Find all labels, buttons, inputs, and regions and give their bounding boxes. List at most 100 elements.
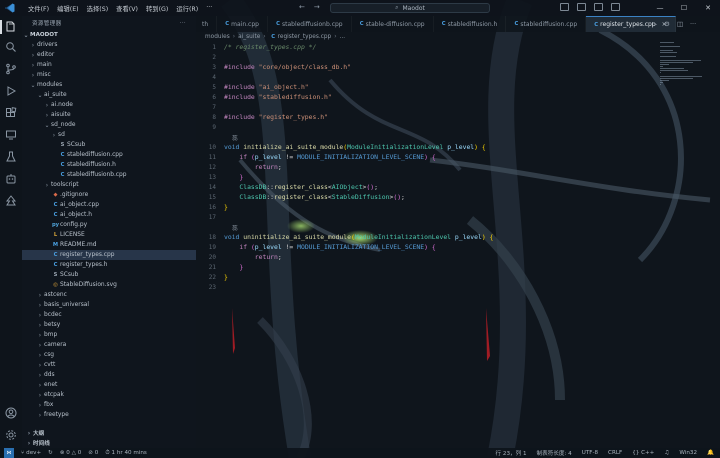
robot-icon[interactable] <box>4 172 18 186</box>
tree-folder[interactable]: › sd <box>22 130 196 140</box>
explorer-icon[interactable] <box>0 20 18 34</box>
tree-file[interactable]: Cstablediffusionb.cpp <box>22 170 196 180</box>
editor-tab[interactable]: Cstable-diffusion.cpp <box>352 16 434 32</box>
tree-folder[interactable]: › editor <box>22 50 196 60</box>
close-window-icon[interactable]: ✕ <box>696 0 720 16</box>
breadcrumb-item[interactable]: modules <box>205 34 230 40</box>
menu-view[interactable]: 查看(V) <box>112 4 142 13</box>
outline-section[interactable]: › 大纲 <box>22 428 196 438</box>
tree-folder[interactable]: › etcpak <box>22 390 196 400</box>
tree-file[interactable]: py config.py <box>22 220 196 230</box>
back-arrow-icon[interactable]: ← <box>299 3 305 11</box>
editor-tab[interactable]: Cstablediffusionb.cpp <box>268 16 352 32</box>
tree-folder[interactable]: ⌄ modules <box>22 80 196 90</box>
testing-icon[interactable] <box>4 150 18 164</box>
tree-file[interactable]: ◆ .gitignore <box>22 190 196 200</box>
indentation[interactable]: 制表符长度: 4 <box>537 449 572 457</box>
sync-icon[interactable]: ↻ <box>48 450 53 456</box>
workspace-root[interactable]: ⌄ MAODOT <box>22 30 196 40</box>
forward-arrow-icon[interactable]: → <box>314 3 320 11</box>
tree-file[interactable]: Cregister_types.h <box>22 260 196 270</box>
tree-folder[interactable]: › dds <box>22 370 196 380</box>
notifications-icon[interactable]: 🔔 <box>707 450 714 456</box>
tree-folder[interactable]: › main <box>22 60 196 70</box>
menu-run[interactable]: 运行(R) <box>172 4 202 13</box>
tree-file[interactable]: S SCsub <box>22 270 196 280</box>
tree-icon[interactable] <box>4 194 18 208</box>
editor-tab[interactable]: Cstablediffusion.cpp <box>506 16 587 32</box>
more-icon[interactable]: ··· <box>690 20 696 28</box>
tree-folder[interactable]: › enet <box>22 380 196 390</box>
tree-file[interactable]: L LICENSE <box>22 230 196 240</box>
tree-folder[interactable]: › drivers <box>22 40 196 50</box>
tree-folder[interactable]: › misc <box>22 70 196 80</box>
code-editor[interactable]: 1/* register_types.cpp */2 3 #include "cor… <box>196 42 656 442</box>
line-ending[interactable]: CRLF <box>608 450 622 456</box>
timeline-section[interactable]: › 时间线 <box>22 438 196 448</box>
language-mode[interactable]: {} C++ <box>632 450 654 456</box>
menu-edit[interactable]: 编辑(E) <box>53 4 83 13</box>
branch-status[interactable]: ⑂ dev+ <box>21 450 41 456</box>
tree-folder[interactable]: › toolscript <box>22 180 196 190</box>
extensions-icon[interactable] <box>4 106 18 120</box>
maximize-icon[interactable]: ☐ <box>672 0 696 16</box>
platform[interactable]: Win32 <box>679 450 697 456</box>
command-center[interactable]: ⌕ Maodot <box>330 3 490 13</box>
tree-folder[interactable]: › aisuite <box>22 110 196 120</box>
toggle-secondary-sidebar-icon[interactable] <box>594 3 603 11</box>
search-icon[interactable] <box>4 40 18 54</box>
account-icon[interactable] <box>4 406 18 420</box>
tree-folder[interactable]: › bcdec <box>22 310 196 320</box>
menu-go[interactable]: 转到(G) <box>142 4 172 13</box>
minimize-icon[interactable]: — <box>648 0 672 16</box>
tree-folder[interactable]: › freetype <box>22 410 196 420</box>
source-control-icon[interactable] <box>4 62 18 76</box>
code-lens[interactable]: 蕊 <box>232 222 238 232</box>
time-tracker[interactable]: ⏱ 1 hr 40 mins <box>105 450 146 457</box>
editor-tab[interactable]: Cmain.cpp <box>217 16 268 32</box>
tree-folder[interactable]: ⌄ sd_node <box>22 120 196 130</box>
tree-folder[interactable]: › camera <box>22 340 196 350</box>
menu-more[interactable]: ··· <box>202 4 216 13</box>
breadcrumb-item[interactable]: ... <box>340 34 346 40</box>
breadcrumb-item[interactable]: ai_suite <box>238 34 260 40</box>
split-editor-icon[interactable]: ◫ <box>677 20 683 28</box>
cursor-position[interactable]: 行 23，列 1 <box>496 449 527 457</box>
tree-file[interactable]: Cstablediffusion.h <box>22 160 196 170</box>
tree-file[interactable]: ◎ StableDiffusion.svg <box>22 280 196 290</box>
minimap[interactable] <box>660 42 710 85</box>
gear-icon[interactable]: ⚙ <box>664 20 670 28</box>
tree-file[interactable]: S SCsub <box>22 140 196 150</box>
remote-indicator-icon[interactable]: ⋈ <box>4 448 14 458</box>
tree-file[interactable]: Cstablediffusion.cpp <box>22 150 196 160</box>
breadcrumb-item[interactable]: register_types.cpp <box>278 34 332 40</box>
ports-status[interactable]: ⊘ 0 <box>88 450 98 456</box>
settings-gear-icon[interactable] <box>4 428 18 442</box>
tree-folder[interactable]: › csg <box>22 350 196 360</box>
customize-layout-icon[interactable] <box>611 3 620 11</box>
editor-tab[interactable]: th <box>196 16 218 32</box>
tree-folder[interactable]: › astcenc <box>22 290 196 300</box>
editor-tab[interactable]: Cstablediffusion.h <box>434 16 507 32</box>
remote-explorer-icon[interactable] <box>4 128 18 142</box>
encoding[interactable]: UTF-8 <box>582 450 598 456</box>
bell-icon[interactable]: ♫ <box>664 450 669 456</box>
menu-selection[interactable]: 选择(S) <box>83 4 113 13</box>
more-actions-icon[interactable]: ··· <box>180 20 186 26</box>
tree-folder[interactable]: › fbx <box>22 400 196 410</box>
run-file-icon[interactable]: ▷ <box>652 20 657 28</box>
tree-file[interactable]: Cai_object.h <box>22 210 196 220</box>
menu-file[interactable]: 文件(F) <box>24 4 53 13</box>
problems-status[interactable]: ⊗ 0 △ 0 <box>60 450 81 456</box>
toggle-panel-icon[interactable] <box>577 3 586 11</box>
tree-folder[interactable]: › ai.node <box>22 100 196 110</box>
tree-folder[interactable]: › bmp <box>22 330 196 340</box>
tree-file[interactable]: M README.md <box>22 240 196 250</box>
tree-file[interactable]: Cai_object.cpp <box>22 200 196 210</box>
tree-folder[interactable]: ⌄ ai_suite <box>22 90 196 100</box>
code-lens[interactable]: 蕊 <box>232 132 238 142</box>
tree-file[interactable]: Cregister_types.cpp <box>22 250 196 260</box>
tree-folder[interactable]: › basis_universal <box>22 300 196 310</box>
tree-folder[interactable]: › betsy <box>22 320 196 330</box>
run-debug-icon[interactable] <box>4 84 18 98</box>
